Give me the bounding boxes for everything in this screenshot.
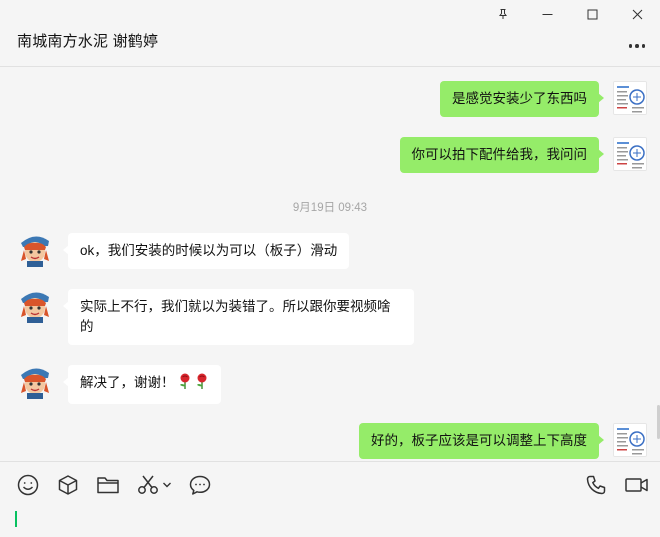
avatar[interactable] (613, 81, 647, 115)
message-bubble[interactable]: ok，我们安装的时候以为可以（板子）滑动 (62, 233, 350, 269)
message-bubble[interactable]: 实际上不行，我们就以为装错了。所以跟你要视频啥的 (63, 289, 414, 345)
chat-title: 南城南方水泥 谢鹤婷 (17, 33, 159, 50)
chevron-down-icon[interactable] (160, 472, 174, 498)
avatar[interactable] (18, 233, 52, 267)
sticker-box-icon[interactable] (55, 472, 81, 498)
more-icon[interactable] (624, 36, 650, 56)
chat-window: 南城南方水泥 谢鹤婷 是感觉安装少了东西吗 你可以拍下配件给我，我问问 9月19… (0, 0, 660, 537)
scissors-icon[interactable] (135, 472, 161, 498)
window-controls (480, 0, 660, 28)
rose-icon (178, 373, 192, 396)
avatar[interactable] (613, 137, 647, 171)
close-icon[interactable] (615, 0, 660, 28)
message-bubble[interactable]: 解决了，谢谢！ (63, 365, 221, 404)
video-call-icon[interactable] (624, 472, 650, 498)
chat-history-icon[interactable] (187, 472, 213, 498)
maximize-icon[interactable] (570, 0, 615, 28)
message-bubble[interactable]: 好的，板子应该是可以调整上下高度 (359, 423, 604, 459)
avatar[interactable] (18, 365, 52, 399)
rose-icon (195, 373, 209, 396)
minimize-icon[interactable] (525, 0, 570, 28)
avatar[interactable] (18, 289, 52, 323)
emoji-icon[interactable] (15, 472, 41, 498)
message-text: 解决了，谢谢！ (80, 375, 175, 390)
avatar[interactable] (613, 423, 647, 457)
message-timestamp: 9月19日 09:43 (292, 202, 368, 214)
message-list: 是感觉安装少了东西吗 你可以拍下配件给我，我问问 9月19日 09:43 ok，… (0, 68, 660, 460)
folder-icon[interactable] (95, 472, 121, 498)
pin-icon[interactable] (480, 0, 525, 28)
message-input[interactable] (0, 505, 660, 537)
text-caret (15, 511, 17, 527)
message-bubble[interactable]: 你可以拍下配件给我，我问问 (399, 137, 604, 173)
message-bubble[interactable]: 是感觉安装少了东西吗 (440, 81, 604, 117)
phone-icon[interactable] (583, 472, 609, 498)
input-toolbar (0, 461, 660, 505)
